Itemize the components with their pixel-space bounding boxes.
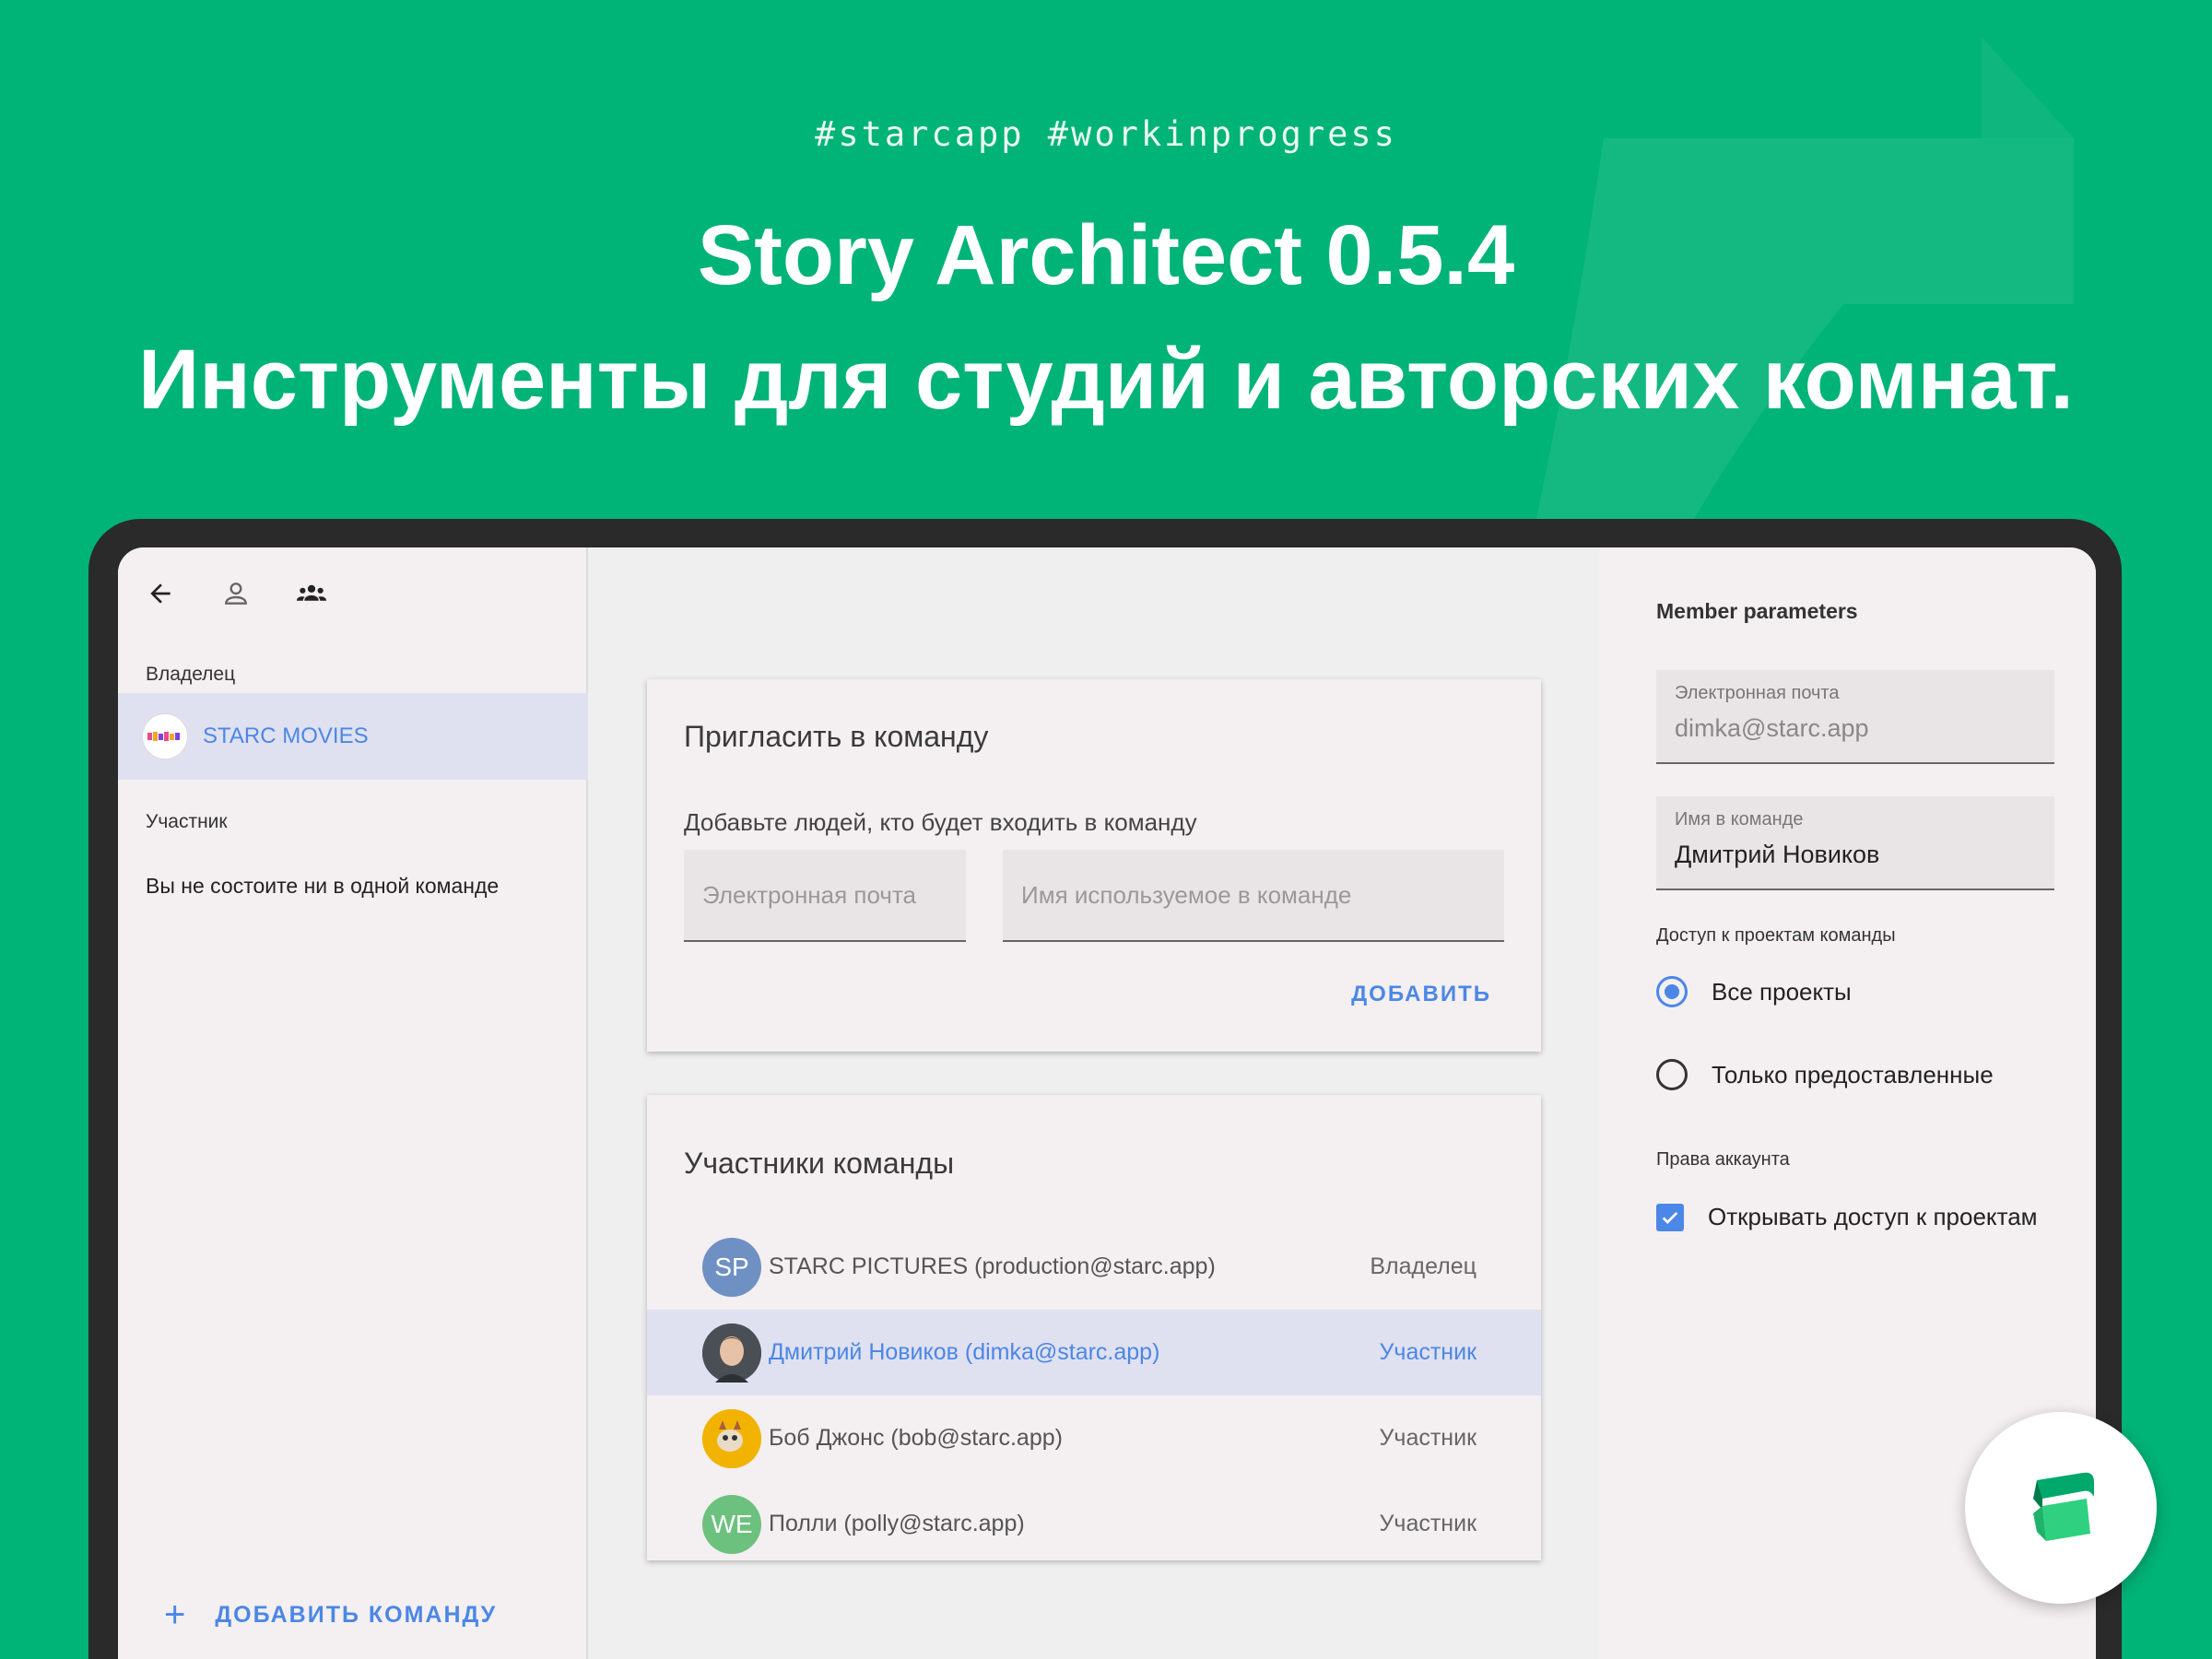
member-name: Полли (polly@starc.app): [769, 1511, 1025, 1536]
add-team-label: ДОБАВИТЬ КОМАНДУ: [215, 1602, 498, 1628]
avatar: [702, 1323, 761, 1382]
team-logo-icon: [142, 713, 188, 759]
headline-title: Story Architect 0.5.4: [697, 208, 1515, 302]
headline-subtitle: Инструменты для студий и авторских комна…: [138, 333, 2074, 427]
member-role: Участник: [1379, 1511, 1477, 1536]
panel-title: Member parameters: [1656, 599, 1858, 623]
radio-label: Только предоставленные: [1712, 1060, 1994, 1088]
member-name: Дмитрий Новиков (dimka@starc.app): [769, 1339, 1160, 1365]
invite-title: Пригласить в команду: [684, 720, 989, 753]
invite-card: Пригласить в команду Добавьте людей, кто…: [647, 679, 1541, 1052]
person-icon[interactable]: [219, 577, 253, 610]
radio-unselected-icon: [1656, 1059, 1688, 1090]
radio-label: Все проекты: [1712, 977, 1852, 1006]
member-role: Участник: [1379, 1339, 1477, 1365]
open-access-checkbox[interactable]: Открывать доступ к проектам: [1656, 1203, 2038, 1231]
member-role: Владелец: [1370, 1253, 1477, 1279]
member-row[interactable]: Дмитрий Новиков (dimka@starc.app) Участн…: [647, 1310, 1541, 1395]
member-email-field[interactable]: Электронная почта dimka@starc.app: [1656, 670, 2054, 764]
member-name-field[interactable]: Имя в команде Дмитрий Новиков: [1656, 796, 2054, 890]
radio-granted-projects[interactable]: Только предоставленные: [1656, 1059, 1994, 1090]
team-name-field[interactable]: Имя используемое в команде: [1003, 850, 1504, 942]
teams-sidebar: Владелец STARC MOVIES Участник Вы не сос…: [118, 547, 588, 1659]
add-team-button[interactable]: + ДОБАВИТЬ КОМАНДУ: [164, 1594, 497, 1636]
radio-selected-icon: [1656, 976, 1688, 1007]
email-field-label: Электронная почта: [1675, 683, 1840, 703]
email-field[interactable]: Электронная почта: [684, 850, 966, 942]
members-card: Участники команды SP STARC PICTURES (pro…: [647, 1095, 1541, 1560]
checkbox-label: Открывать доступ к проектам: [1708, 1203, 2038, 1230]
member-row[interactable]: Боб Джонс (bob@starc.app) Участник: [647, 1395, 1541, 1481]
access-label: Доступ к проектам команды: [1656, 925, 1896, 946]
hashtags: #starcapp #workinprogress: [815, 114, 1397, 154]
member-row[interactable]: WE Полли (polly@starc.app) Участник: [647, 1481, 1541, 1567]
owner-section-label: Владелец: [146, 664, 236, 685]
rights-label: Права аккаунта: [1656, 1149, 1790, 1170]
avatar: WE: [702, 1494, 761, 1554]
name-field-label: Имя в команде: [1675, 809, 1804, 830]
app-screen: Владелец STARC MOVIES Участник Вы не сос…: [118, 547, 2096, 1659]
starc-logo-icon: [1965, 1412, 2157, 1604]
member-role: Участник: [1379, 1425, 1477, 1451]
name-field-value: Дмитрий Новиков: [1675, 841, 1880, 868]
radio-all-projects[interactable]: Все проекты: [1656, 976, 1852, 1007]
members-title: Участники команды: [684, 1147, 955, 1180]
member-row[interactable]: SP STARC PICTURES (production@starc.app)…: [647, 1224, 1541, 1310]
invite-description: Добавьте людей, кто будет входить в кома…: [684, 808, 1197, 836]
member-name: Боб Джонс (bob@starc.app): [769, 1425, 1063, 1451]
avatar: SP: [702, 1237, 761, 1297]
team-icon[interactable]: [295, 577, 328, 610]
email-field-value: dimka@starc.app: [1675, 714, 1869, 742]
back-arrow-icon[interactable]: [144, 577, 177, 610]
member-name: STARC PICTURES (production@starc.app): [769, 1253, 1216, 1279]
avatar: [702, 1408, 761, 1468]
checkbox-checked-icon: [1656, 1203, 1684, 1231]
team-name: STARC MOVIES: [203, 724, 369, 748]
add-member-button[interactable]: ДОБАВИТЬ: [1351, 982, 1491, 1007]
team-item-starc-movies[interactable]: STARC MOVIES: [118, 693, 588, 780]
sidebar-toolbar: [144, 575, 328, 612]
plus-icon: +: [164, 1594, 188, 1635]
member-section-label: Участник: [146, 811, 228, 832]
no-team-message: Вы не состоите ни в одной команде: [146, 874, 500, 898]
